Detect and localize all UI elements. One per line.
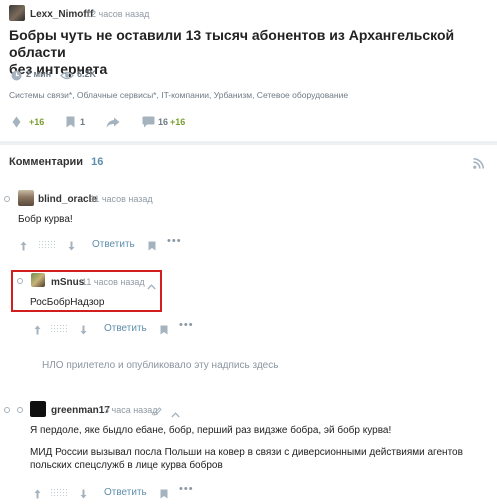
post-bookmarks-count: 1 <box>80 117 86 127</box>
comment-3-time: 3 часа назад <box>104 405 158 415</box>
comment-3-reply-button[interactable]: Ответить <box>104 487 147 498</box>
clock-icon <box>11 68 22 86</box>
comments-count: 16 <box>91 156 104 168</box>
ufo-notice: НЛО прилетело и опубликовало эту надпись… <box>42 360 279 371</box>
comment-1-text: Бобр курва! <box>18 214 73 225</box>
bookmark-icon[interactable] <box>160 486 168 504</box>
post-time: 12 часов назад <box>86 9 150 19</box>
comment-1-reply-button[interactable]: Ответить <box>92 239 135 250</box>
bookmark-icon[interactable] <box>160 322 168 340</box>
section-divider <box>0 141 497 145</box>
comment-3-text-line-1: Я пердоле, яке быдло ебане, бобр, перший… <box>30 425 392 436</box>
rss-icon[interactable] <box>473 156 484 174</box>
comment-thread-marker[interactable] <box>17 407 23 413</box>
comment-1-avatar[interactable] <box>18 190 34 206</box>
rating-icon[interactable] <box>12 115 21 133</box>
upvote-arrow-icon[interactable] <box>34 486 41 504</box>
post-title-line-1[interactable]: Бобры чуть не оставили 13 тысяч абоненто… <box>9 27 479 61</box>
post-comments-new: +16 <box>170 117 186 127</box>
comment-2-time: 11 часов назад <box>82 277 145 287</box>
post-read-time: 2 мин <box>26 69 52 79</box>
comments-header: Комментарии 16 <box>9 156 103 168</box>
comment-2-author[interactable]: mSnus <box>51 277 84 288</box>
comment-1-more-menu[interactable]: ••• <box>167 235 182 247</box>
comment-3-more-menu[interactable]: ••• <box>179 483 194 495</box>
comment-1-score-hidden <box>38 240 56 248</box>
comments-title: Комментарии <box>9 156 84 168</box>
post-author-avatar[interactable] <box>9 5 25 21</box>
post-author-name[interactable]: Lexx_Nimofff <box>30 9 93 20</box>
comment-2-more-menu[interactable]: ••• <box>179 319 194 331</box>
downvote-arrow-icon[interactable] <box>80 486 87 504</box>
comment-1-time: 11 часов назад <box>90 194 153 204</box>
bookmark-icon[interactable] <box>148 238 156 256</box>
comment-3-author[interactable]: greenman17 <box>51 405 110 416</box>
downvote-arrow-icon[interactable] <box>68 238 75 256</box>
comment-2-score-hidden <box>50 324 68 332</box>
comment-thread-marker[interactable] <box>17 278 23 284</box>
comment-2-text: РосБобрНадзор <box>30 297 105 308</box>
edit-pencil-icon <box>153 403 162 421</box>
upvote-arrow-icon[interactable] <box>20 238 27 256</box>
comment-3-text-line-3: польских спецслужб в лице курва бобров <box>30 460 223 471</box>
comment-2-avatar[interactable] <box>31 273 45 287</box>
comment-2-reply-button[interactable]: Ответить <box>104 323 147 334</box>
comment-thread-marker[interactable] <box>4 407 10 413</box>
comment-3-text-line-2: МИД России вызывал посла Польши на ковер… <box>30 447 463 458</box>
post-views: 6.2K <box>77 69 97 79</box>
eye-icon <box>60 68 74 86</box>
comment-1-author[interactable]: blind_oracle <box>38 194 97 205</box>
share-icon[interactable] <box>106 115 120 133</box>
comment-3-avatar[interactable] <box>30 401 46 417</box>
downvote-arrow-icon[interactable] <box>80 322 87 340</box>
comment-thread-marker[interactable] <box>4 196 10 202</box>
chevron-up-icon[interactable] <box>171 405 180 423</box>
post-comments-count: 16 <box>158 117 169 127</box>
chevron-up-icon[interactable] <box>147 277 156 295</box>
comment-3-score-hidden <box>50 488 68 496</box>
comments-icon[interactable] <box>142 115 155 133</box>
bookmark-icon[interactable] <box>66 115 75 133</box>
post-hubs[interactable]: Системы связи*, Облачные сервисы*, IT-ко… <box>9 90 348 100</box>
upvote-arrow-icon[interactable] <box>34 322 41 340</box>
post-rating: +16 <box>29 117 45 127</box>
